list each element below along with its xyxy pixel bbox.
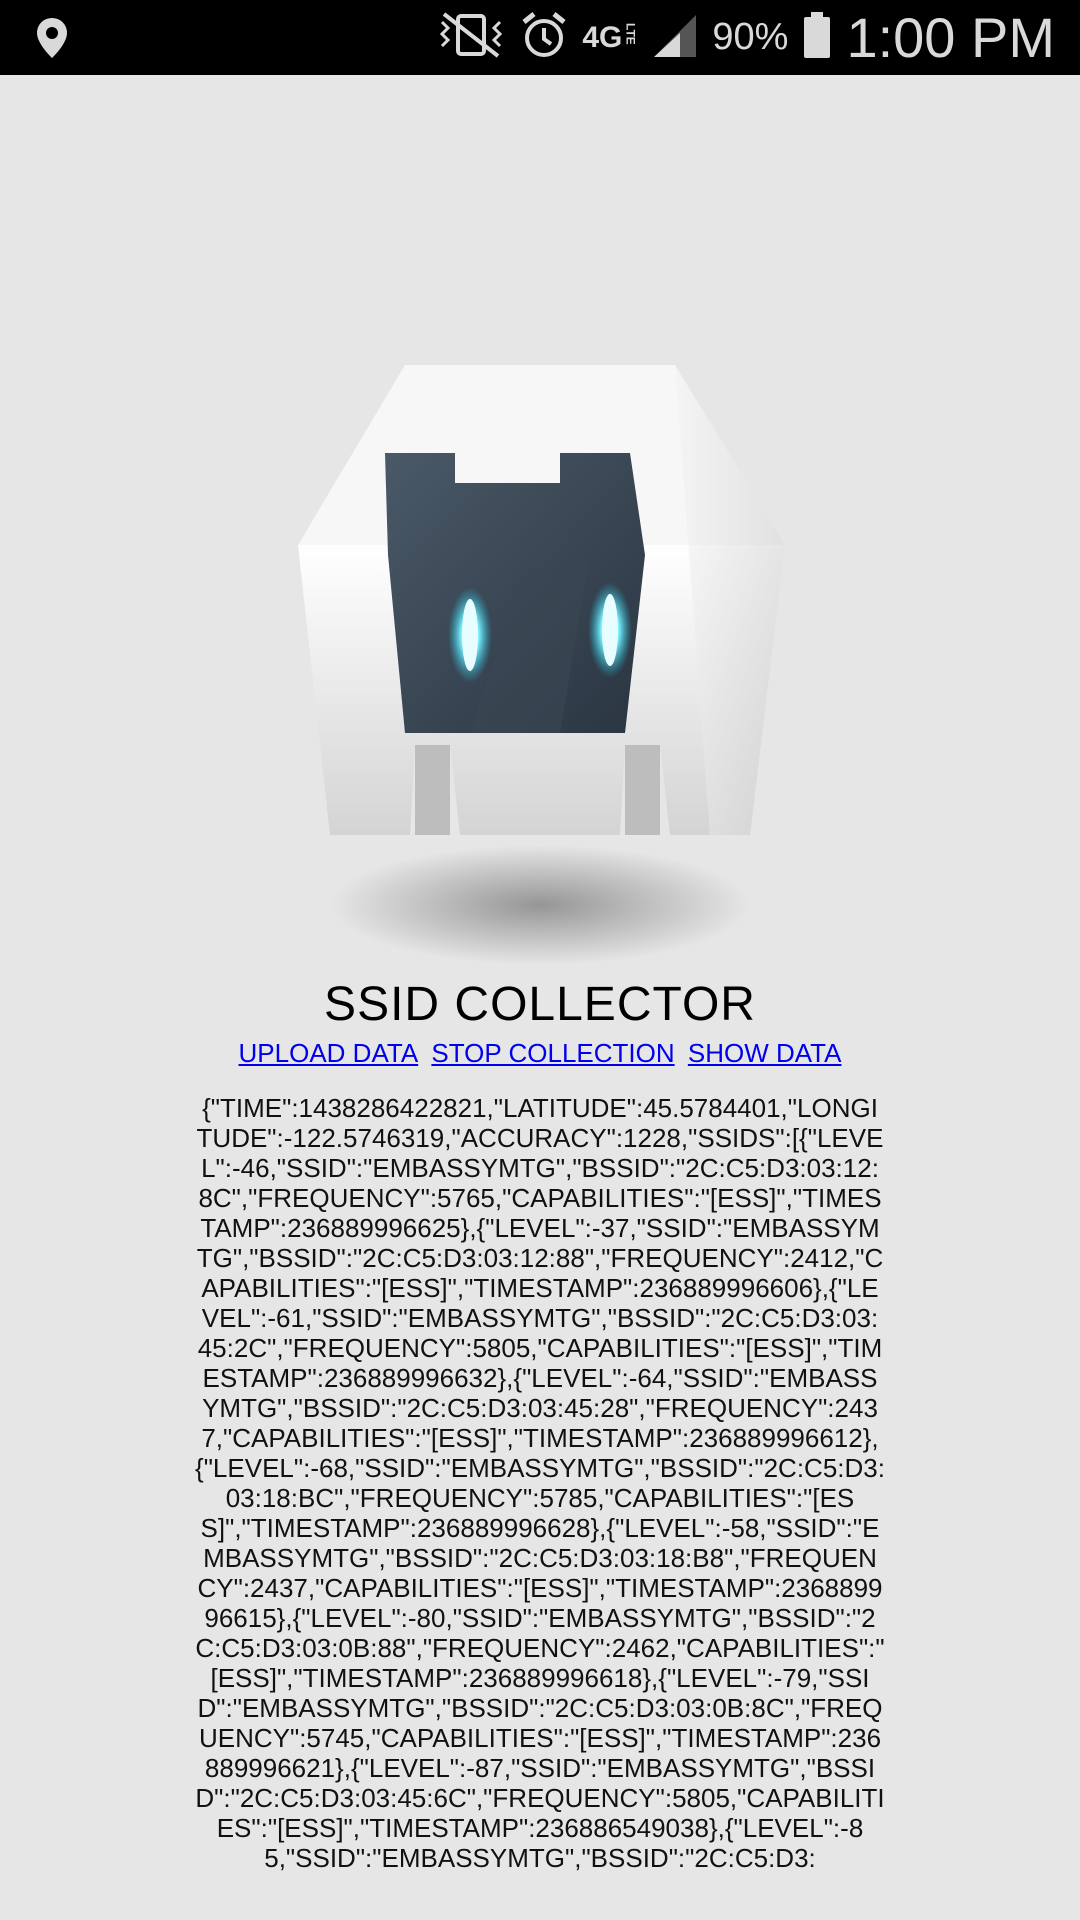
- stop-collection-link[interactable]: STOP COLLECTION: [431, 1038, 674, 1068]
- app-content: SSID COLLECTOR UPLOAD DATA STOP COLLECTI…: [0, 75, 1080, 1920]
- show-data-link[interactable]: SHOW DATA: [688, 1038, 842, 1068]
- battery-percent: 90%: [712, 16, 789, 58]
- app-title: SSID COLLECTOR: [324, 978, 756, 1031]
- status-bar: 4G LTE 90% 1:00 PM: [0, 0, 1080, 75]
- status-bar-right: 4G LTE 90% 1:00 PM: [436, 0, 1055, 75]
- upload-data-link[interactable]: UPLOAD DATA: [239, 1038, 419, 1068]
- vibrate-mute-icon: [436, 10, 506, 65]
- action-links: UPLOAD DATA STOP COLLECTION SHOW DATA: [0, 1038, 1080, 1069]
- collected-data-text: {"TIME":1438286422821,"LATITUDE":45.5784…: [195, 1093, 885, 1873]
- battery-icon: [802, 10, 832, 65]
- cordova-robot-logo: [270, 365, 810, 985]
- signal-strength-icon: [650, 11, 698, 64]
- network-4g-lte-icon: 4G LTE: [582, 20, 638, 54]
- clock: 1:00 PM: [846, 6, 1055, 69]
- alarm-clock-icon: [520, 10, 568, 65]
- location-pin-icon: [34, 0, 70, 75]
